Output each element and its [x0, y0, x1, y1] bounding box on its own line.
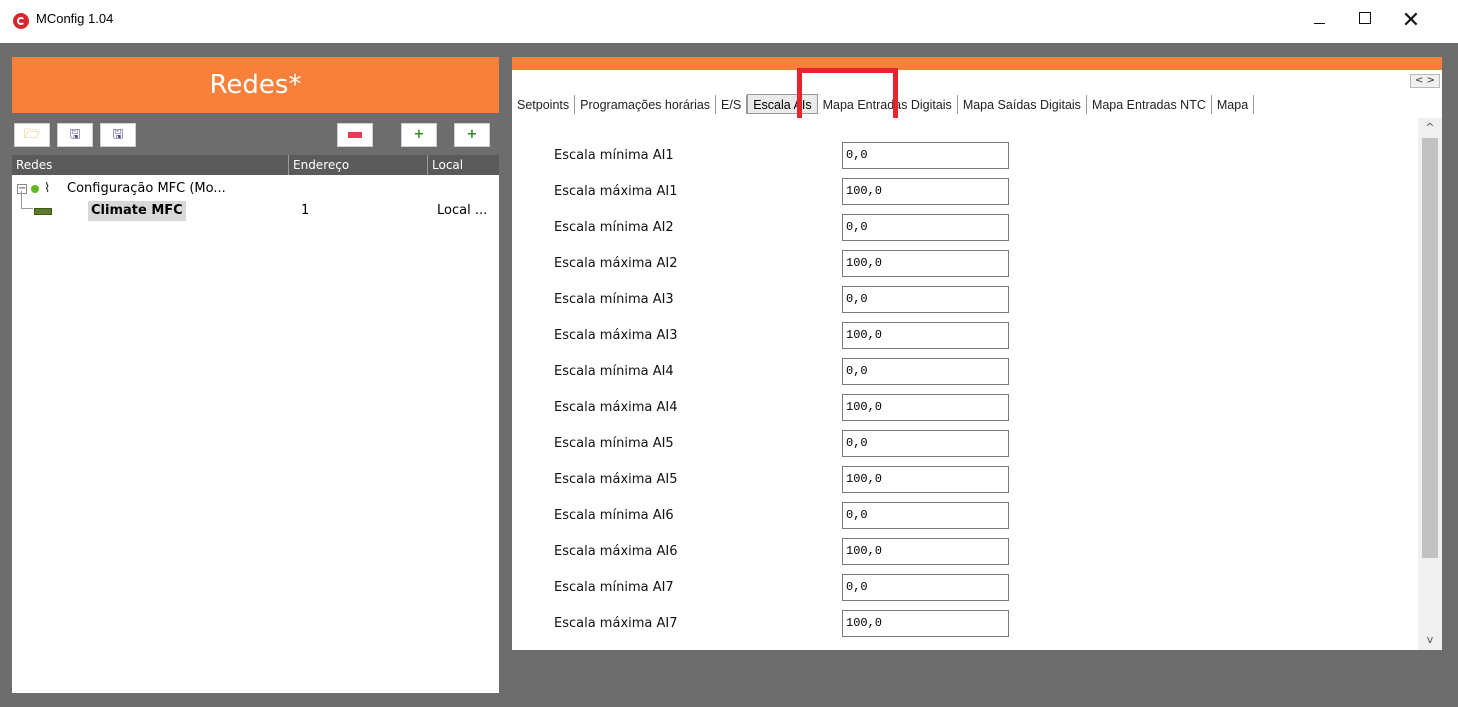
scroll-down-icon[interactable]: v [1418, 630, 1442, 650]
open-folder-button[interactable]: 🗁 [14, 123, 50, 147]
field-row: Escala máxima AI3 100,0 [512, 322, 1412, 350]
field-row: Escala máxima AI1 100,0 [512, 178, 1412, 206]
networks-tree: Redes Endereço Local − ⌇ Configuração MF… [12, 155, 499, 693]
escala-maxima-ai6-input[interactable]: 100,0 [842, 538, 1009, 565]
field-label: Escala mínima AI2 [554, 220, 674, 235]
tab-strip: Setpoints Programações horárias E/S Escala … [512, 94, 1406, 114]
escala-maxima-ai7-input[interactable]: 100,0 [842, 610, 1009, 637]
tab-mapa[interactable]: Mapa [1212, 95, 1255, 114]
field-label: Escala mínima AI7 [554, 580, 674, 595]
add-device-button[interactable]: + [454, 123, 490, 147]
tab-mapa-saidas-digitais[interactable]: Mapa Saídas Digitais [958, 95, 1087, 114]
escala-minima-ai4-input[interactable]: 0,0 [842, 358, 1009, 385]
tabs-bar: < > Setpoints Programações horárias E/S Esc… [512, 68, 1442, 133]
minus-icon [348, 131, 362, 138]
tab-mapa-entradas-ntc[interactable]: Mapa Entradas NTC [1087, 95, 1212, 114]
field-label: Escala máxima AI2 [554, 256, 678, 271]
tab-setpoints[interactable]: Setpoints [512, 95, 576, 114]
escala-maxima-ai4-input[interactable]: 100,0 [842, 394, 1009, 421]
tree-node-device[interactable]: Climate MFC 1 Local ... [12, 201, 499, 221]
field-label: Escala máxima AI4 [554, 400, 678, 415]
networks-header: Redes* [12, 57, 499, 113]
title-bar: MConfig 1.04 ✕ [0, 0, 1458, 43]
open-folder-icon: 🗁 [23, 127, 41, 142]
field-row: Escala mínima AI7 0,0 [512, 574, 1412, 602]
escala-maxima-ai2-input[interactable]: 100,0 [842, 250, 1009, 277]
add-device-icon: + [466, 127, 478, 142]
escala-minima-ai5-input[interactable]: 0,0 [842, 430, 1009, 457]
column-header-local[interactable]: Local [428, 155, 499, 175]
tree-header: Redes Endereço Local [12, 155, 499, 175]
field-row: Escala máxima AI2 100,0 [512, 250, 1412, 278]
vertical-scrollbar[interactable]: ^ v [1418, 118, 1442, 650]
save-icon: 🖫 [69, 127, 81, 142]
field-label: Escala máxima AI7 [554, 616, 678, 631]
add-network-icon: + [413, 127, 425, 142]
device-label: Climate MFC [88, 201, 186, 221]
field-label: Escala mínima AI6 [554, 508, 674, 523]
escala-maxima-ai3-input[interactable]: 100,0 [842, 322, 1009, 349]
tab-programacoes-horarias[interactable]: Programações horárias [575, 95, 717, 114]
field-row: Escala mínima AI1 0,0 [512, 142, 1412, 170]
network-icon: ⌇ [44, 181, 51, 196]
escala-minima-ai3-input[interactable]: 0,0 [842, 286, 1009, 313]
networks-toolbar: 🗁 🖫 🖫 + + [12, 120, 499, 154]
window-title: MConfig 1.04 [36, 11, 114, 26]
escala-minima-ai7-input[interactable]: 0,0 [842, 574, 1009, 601]
field-label: Escala máxima AI5 [554, 472, 678, 487]
escala-minima-ai1-input[interactable]: 0,0 [842, 142, 1009, 169]
field-row: Escala mínima AI2 0,0 [512, 214, 1412, 242]
close-button[interactable]: ✕ [1388, 0, 1434, 40]
device-icon [34, 208, 52, 215]
escala-maxima-ai1-input[interactable]: 100,0 [842, 178, 1009, 205]
scrollbar-thumb[interactable] [1422, 138, 1438, 558]
field-row: Escala mínima AI6 0,0 [512, 502, 1412, 530]
minimize-button[interactable] [1296, 0, 1342, 40]
network-label: Configuração MFC (Mo... [67, 181, 226, 196]
status-online-icon [31, 185, 39, 193]
device-local: Local ... [437, 203, 488, 218]
collapse-icon[interactable]: − [17, 184, 27, 194]
escala-ais-form: Escala mínima AI1 0,0 Escala máxima AI1 … [512, 118, 1442, 650]
save-as-button[interactable]: 🖫 [100, 123, 136, 147]
field-label: Escala máxima AI6 [554, 544, 678, 559]
tab-es[interactable]: E/S [716, 95, 748, 114]
field-row: Escala máxima AI6 100,0 [512, 538, 1412, 566]
field-label: Escala máxima AI3 [554, 328, 678, 343]
app-logo-icon [13, 13, 29, 29]
remove-button[interactable] [337, 123, 373, 147]
field-row: Escala máxima AI5 100,0 [512, 466, 1412, 494]
column-header-endereco[interactable]: Endereço [289, 155, 428, 175]
maximize-button[interactable] [1342, 0, 1388, 40]
column-header-redes[interactable]: Redes [12, 155, 289, 175]
scroll-up-icon[interactable]: ^ [1418, 118, 1442, 138]
escala-maxima-ai5-input[interactable]: 100,0 [842, 466, 1009, 493]
field-label: Escala mínima AI3 [554, 292, 674, 307]
field-label: Escala máxima AI1 [554, 184, 678, 199]
escala-minima-ai6-input[interactable]: 0,0 [842, 502, 1009, 529]
tab-scroll-arrows[interactable]: < > [1410, 74, 1440, 88]
save-button[interactable]: 🖫 [57, 123, 93, 147]
device-address: 1 [301, 203, 310, 218]
field-row: Escala mínima AI5 0,0 [512, 430, 1412, 458]
field-label: Escala mínima AI4 [554, 364, 674, 379]
field-row: Escala máxima AI7 100,0 [512, 610, 1412, 638]
add-network-button[interactable]: + [401, 123, 437, 147]
save-as-icon: 🖫 [112, 127, 124, 142]
field-row: Escala mínima AI3 0,0 [512, 286, 1412, 314]
tree-node-network[interactable]: − ⌇ Configuração MFC (Mo... [12, 179, 499, 199]
field-row: Escala mínima AI4 0,0 [512, 358, 1412, 386]
field-label: Escala mínima AI5 [554, 436, 674, 451]
escala-minima-ai2-input[interactable]: 0,0 [842, 214, 1009, 241]
field-row: Escala máxima AI4 100,0 [512, 394, 1412, 422]
field-label: Escala mínima AI1 [554, 148, 674, 163]
